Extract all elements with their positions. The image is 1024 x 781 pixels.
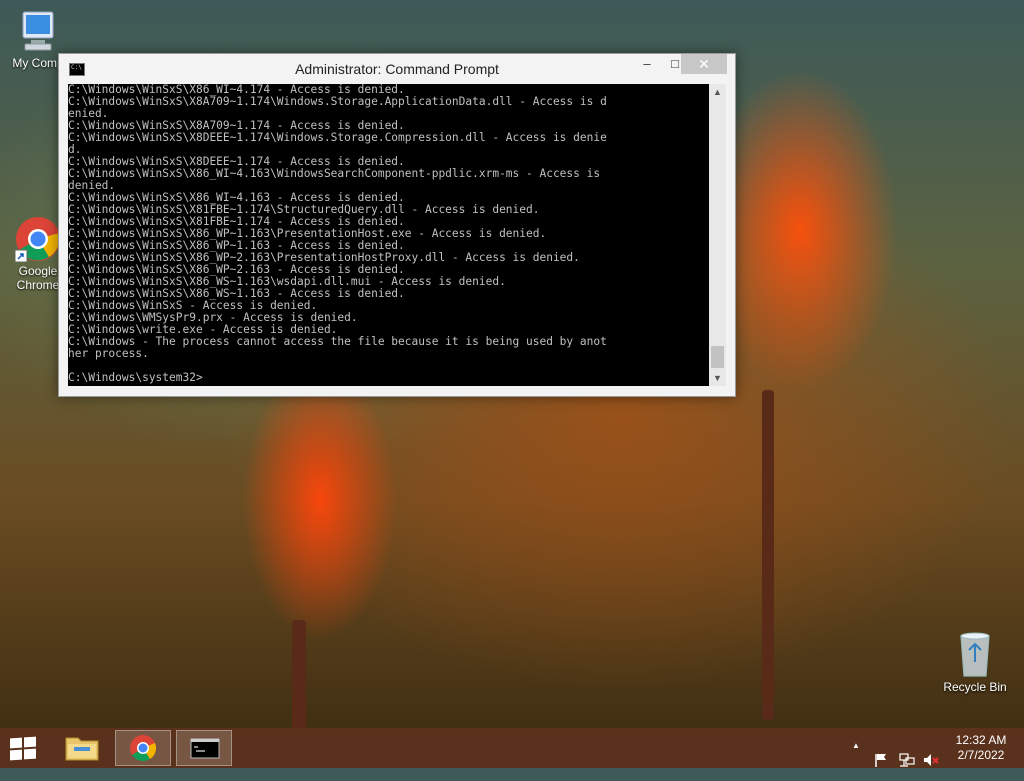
minimize-button[interactable]: – (633, 54, 661, 74)
console-line: C:\Windows\WinSxS\X86_WI~4.163\WindowsSe… (68, 167, 601, 180)
taskbar-chrome[interactable] (115, 730, 171, 766)
console-output[interactable]: C:\Windows\WinSxS\X86_WI~4.174 - Access … (68, 84, 709, 386)
computer-icon (22, 11, 54, 51)
console-line: C:\Windows\WinSxS\X8DEEE~1.174\Windows.S… (68, 131, 607, 144)
clock-time: 12:32 AM (955, 733, 1007, 747)
scroll-up-arrow-icon[interactable]: ▲ (709, 84, 726, 100)
windows-logo-icon (10, 749, 22, 761)
console-text: C:\Windows\WinSxS\X86_WI~4.174 - Access … (68, 84, 709, 384)
desktop-icon-recycle-bin[interactable]: Recycle Bin (935, 630, 1015, 694)
network-icon[interactable] (898, 740, 916, 780)
taskbar-command-prompt[interactable] (176, 730, 232, 766)
windows-logo-icon (24, 748, 36, 760)
flag-icon[interactable] (873, 740, 889, 780)
chrome-icon (15, 217, 60, 262)
vertical-scrollbar[interactable]: ▲ ▼ (709, 84, 726, 386)
volume-muted-icon[interactable] (922, 740, 940, 780)
console-line: C:\Windows\WinSxS\X8A709~1.174\Windows.S… (68, 95, 607, 108)
chrome-icon (130, 735, 157, 762)
windows-logo-icon (24, 736, 36, 748)
windows-logo-icon (10, 737, 22, 749)
desktop-icon-label: My Comp (12, 56, 64, 70)
taskbar-file-explorer[interactable] (54, 730, 110, 766)
clock-date: 2/7/2022 (957, 748, 1005, 762)
taskbar-clock[interactable]: 12:32 AM 2/7/2022 (948, 733, 1014, 763)
wallpaper-stem (292, 620, 306, 730)
console-line: her process. (68, 347, 149, 360)
title-bar[interactable]: Administrator: Command Prompt – □ ✕ (59, 54, 735, 84)
taskbar: ▲ 12:32 AM 2/7/2022 (0, 728, 1024, 768)
command-prompt-window[interactable]: Administrator: Command Prompt – □ ✕ C:\W… (58, 53, 736, 397)
console-line: C:\Windows\system32> (68, 371, 203, 384)
command-prompt-icon (190, 738, 220, 759)
desktop-icon-label: Recycle Bin (943, 680, 1007, 694)
scroll-thumb[interactable] (711, 346, 724, 368)
close-button[interactable]: ✕ (681, 54, 727, 74)
wallpaper-stem (762, 390, 774, 720)
start-button[interactable] (8, 736, 38, 761)
show-hidden-icons-button[interactable]: ▲ (852, 741, 860, 781)
scroll-down-arrow-icon[interactable]: ▼ (709, 370, 726, 386)
recycle-bin-icon (960, 632, 990, 677)
file-explorer-icon (65, 737, 99, 761)
